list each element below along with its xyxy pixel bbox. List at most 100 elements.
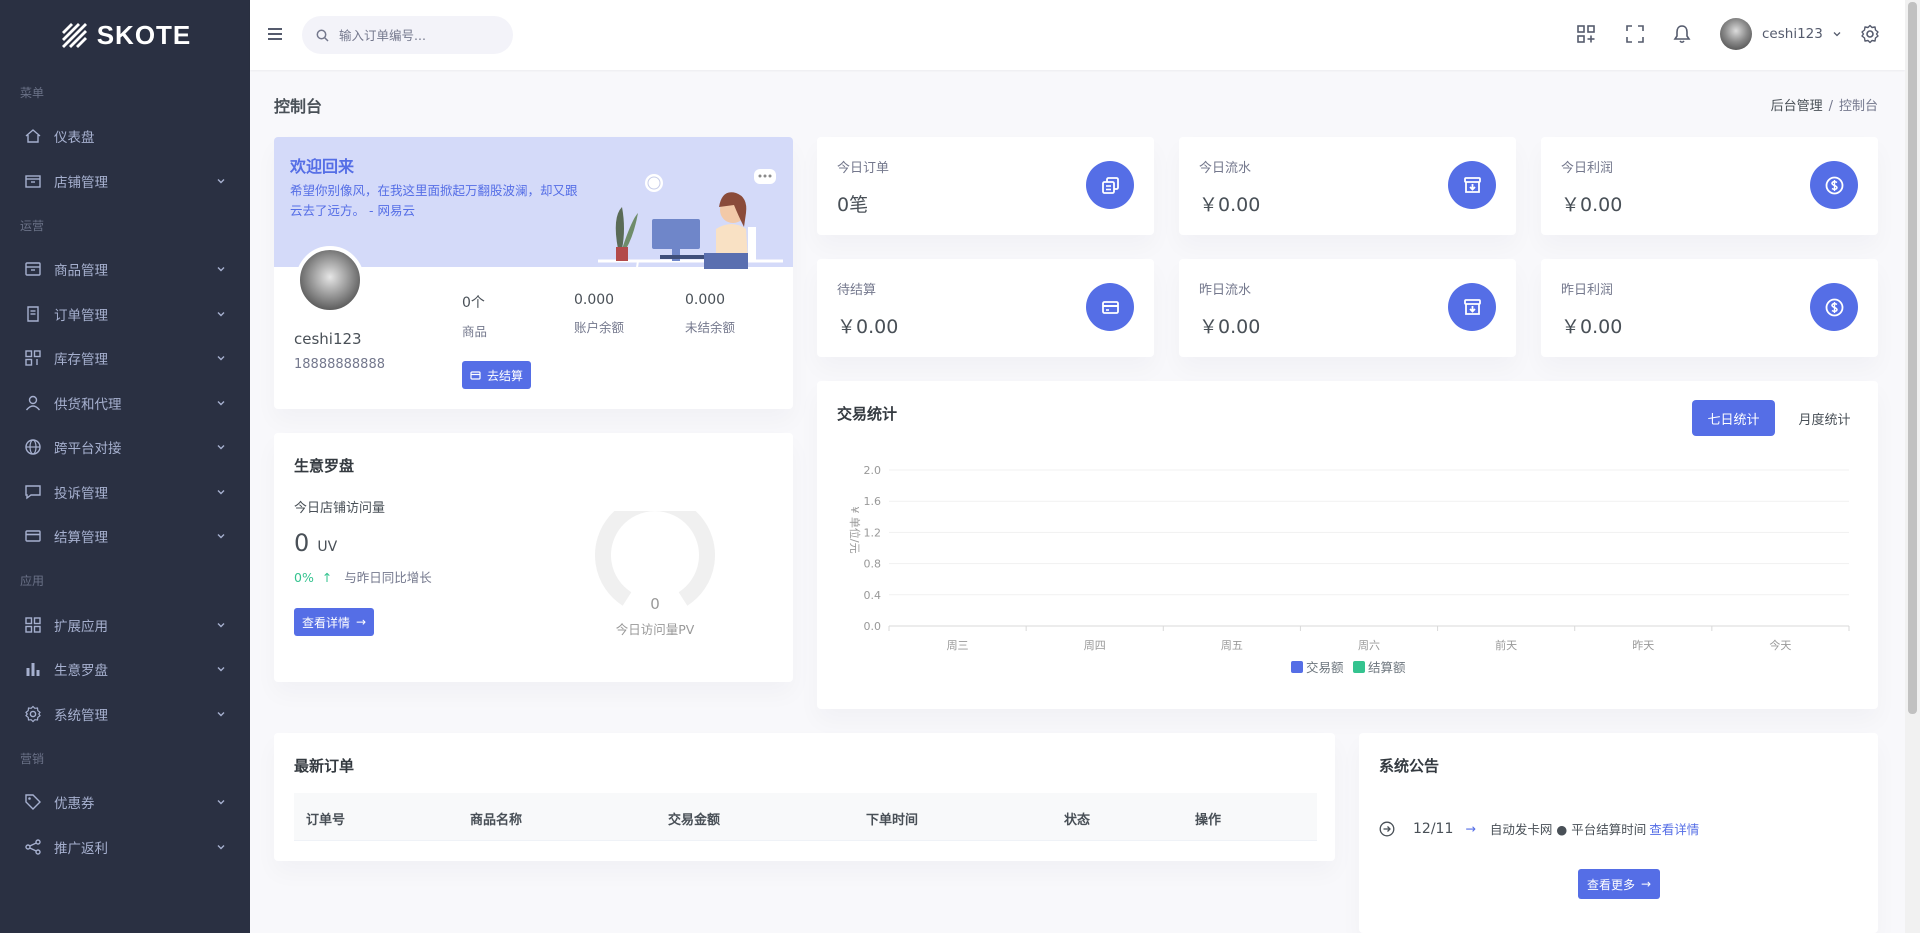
announcement-link[interactable]: 查看详情	[1649, 819, 1699, 838]
column-order-no: 订单号	[306, 813, 346, 828]
chevron-down-icon	[217, 445, 225, 450]
archive-in-icon	[1463, 298, 1481, 315]
user-dropdown[interactable]: ceshi123	[1720, 18, 1841, 50]
sidebar-item[interactable]: 推广返利	[0, 825, 250, 870]
fullscreen-icon[interactable]	[1625, 24, 1645, 44]
logo-mark-icon	[61, 23, 87, 48]
stat-card-title: 今日利润	[1561, 161, 1614, 176]
y-tick-label: 1.2	[864, 526, 882, 539]
stat-card-icon-badge	[1086, 283, 1134, 331]
growth-row: 0% ↑ 与昨日同比增长	[294, 567, 432, 586]
sidebar-item[interactable]: 订单管理	[0, 292, 250, 337]
announcement-date: 12/11	[1413, 820, 1454, 837]
orders-card: 最新订单 订单号 商品名称 交易金额 下单时间 状态 操作	[274, 733, 1335, 861]
legend-swatch	[1353, 661, 1365, 673]
view-details-button[interactable]: 查看详情 →	[294, 608, 375, 636]
vertical-scrollbar[interactable]	[1905, 0, 1920, 933]
sidebar-item[interactable]: 生意罗盘	[0, 647, 250, 692]
gauge-value: 0	[650, 595, 660, 613]
sidebar-item[interactable]: 商品管理	[0, 247, 250, 292]
arrow-right-icon: →	[1465, 821, 1476, 836]
grid-icon	[25, 350, 41, 366]
legend-swatch	[1291, 661, 1303, 673]
column-actions: 操作	[1195, 813, 1222, 828]
sidebar-item[interactable]: 店铺管理	[0, 159, 250, 204]
stat-card-title: 昨日流水	[1199, 283, 1252, 298]
breadcrumb-item-admin[interactable]: 后台管理	[1771, 99, 1823, 114]
welcome-banner: 欢迎回来 希望你别像风，在我这里面掀起万翻股波澜，却又跟云去了远方。 - 网易云	[274, 137, 793, 269]
visit-unit: UV	[317, 539, 338, 555]
compass-card: 生意罗盘 今日店铺访问量 0 UV 0% ↑ 与昨日同比增长 查看详情 → 0 …	[274, 433, 793, 682]
avatar	[1720, 18, 1752, 50]
sidebar-item[interactable]: 结算管理	[0, 514, 250, 559]
brand-logo[interactable]: SKOTE	[0, 0, 250, 70]
visit-label: 今日店铺访问量	[294, 501, 386, 516]
menu-section-title: 营销	[20, 751, 45, 766]
apps-icon	[25, 617, 41, 633]
sidebar-item[interactable]: 跨平台对接	[0, 425, 250, 470]
visit-value: 0	[294, 529, 310, 557]
sidebar-item-label: 库存管理	[54, 352, 108, 369]
menu-section-title: 应用	[20, 574, 45, 588]
settle-button[interactable]: 去结算	[462, 361, 532, 389]
stat-card-icon-badge	[1086, 161, 1134, 209]
stat-value: 0.000	[574, 292, 615, 308]
chevron-down-icon	[1833, 32, 1841, 37]
breadcrumb: 后台管理 / 控制台	[1771, 95, 1878, 114]
legend-label: 结算额	[1368, 660, 1406, 675]
search-input[interactable]	[339, 27, 499, 43]
announcement-item[interactable]: 12/11 → 自动发卡网 ● 平台结算时间 查看详情	[1379, 819, 1699, 838]
stat-label: 商品	[462, 324, 488, 339]
x-tick-label: 周六	[1358, 639, 1380, 652]
x-tick-label: 周四	[1084, 639, 1106, 652]
sidebar-item-label: 供货和代理	[54, 396, 122, 413]
breadcrumb-item-current: 控制台	[1838, 99, 1878, 114]
dollar-circle-icon	[1825, 176, 1843, 194]
view-more-button[interactable]: 查看更多 →	[1578, 869, 1661, 899]
credit-card-icon	[1101, 300, 1119, 314]
scrollbar-thumb[interactable]	[1908, 2, 1917, 714]
orders-title: 最新订单	[294, 757, 355, 775]
stat-card-value: ￥0.00	[837, 316, 899, 338]
y-tick-label: 0.4	[864, 589, 882, 602]
sidebar-item[interactable]: 扩展应用	[0, 603, 250, 648]
sidebar-item-label: 生意罗盘	[54, 663, 108, 680]
hamburger-menu-icon[interactable]	[268, 25, 284, 43]
trade-title: 交易统计	[837, 405, 898, 423]
box-icon	[25, 262, 41, 276]
chevron-down-icon	[217, 800, 225, 805]
x-tick-label: 周三	[947, 639, 969, 652]
receipt-icon	[27, 306, 39, 322]
settle-button-label: 去结算	[487, 368, 524, 383]
column-order-time: 下单时间	[866, 813, 919, 828]
stat-unsettled: 0.000 未结余额	[685, 292, 735, 336]
sidebar-item[interactable]: 库存管理	[0, 336, 250, 381]
stat-card-icon-badge	[1448, 161, 1496, 209]
stat-card-value: ￥0.00	[1199, 194, 1261, 216]
bell-icon[interactable]	[1672, 24, 1692, 44]
sidebar-item[interactable]: 仪表盘	[0, 114, 250, 159]
stat-card-icon-badge	[1810, 161, 1858, 209]
sidebar-item[interactable]: 系统管理	[0, 692, 250, 737]
bar-chart-icon	[26, 663, 40, 677]
sidebar-item[interactable]: 优惠券	[0, 780, 250, 825]
apps-grid-icon[interactable]	[1576, 24, 1596, 44]
compass-title: 生意罗盘	[294, 457, 355, 475]
sidebar-item[interactable]: 供货和代理	[0, 381, 250, 426]
arrow-up-icon: ↑	[321, 570, 333, 585]
y-tick-label: 0.0	[864, 620, 882, 633]
stat-balance: 0.000 账户余额	[574, 292, 624, 336]
tab-seven-day[interactable]: 七日统计	[1692, 400, 1775, 436]
sidebar-item-label: 跨平台对接	[54, 441, 122, 458]
x-tick-label: 今天	[1769, 638, 1791, 652]
announcements-card: 系统公告 12/11 → 自动发卡网 ● 平台结算时间 查看详情 查看更多 →	[1359, 733, 1878, 933]
tab-monthly[interactable]: 月度统计	[1783, 400, 1866, 436]
x-tick-label: 昨天	[1632, 639, 1654, 652]
page-title: 控制台	[274, 97, 323, 116]
sidebar-item[interactable]: 投诉管理	[0, 470, 250, 515]
chevron-down-icon	[217, 267, 225, 272]
settings-gear-icon[interactable]	[1860, 24, 1880, 44]
arrow-circle-right-icon	[1379, 821, 1395, 836]
y-tick-label: 2.0	[864, 464, 882, 477]
x-tick-label: 前天	[1495, 638, 1517, 652]
